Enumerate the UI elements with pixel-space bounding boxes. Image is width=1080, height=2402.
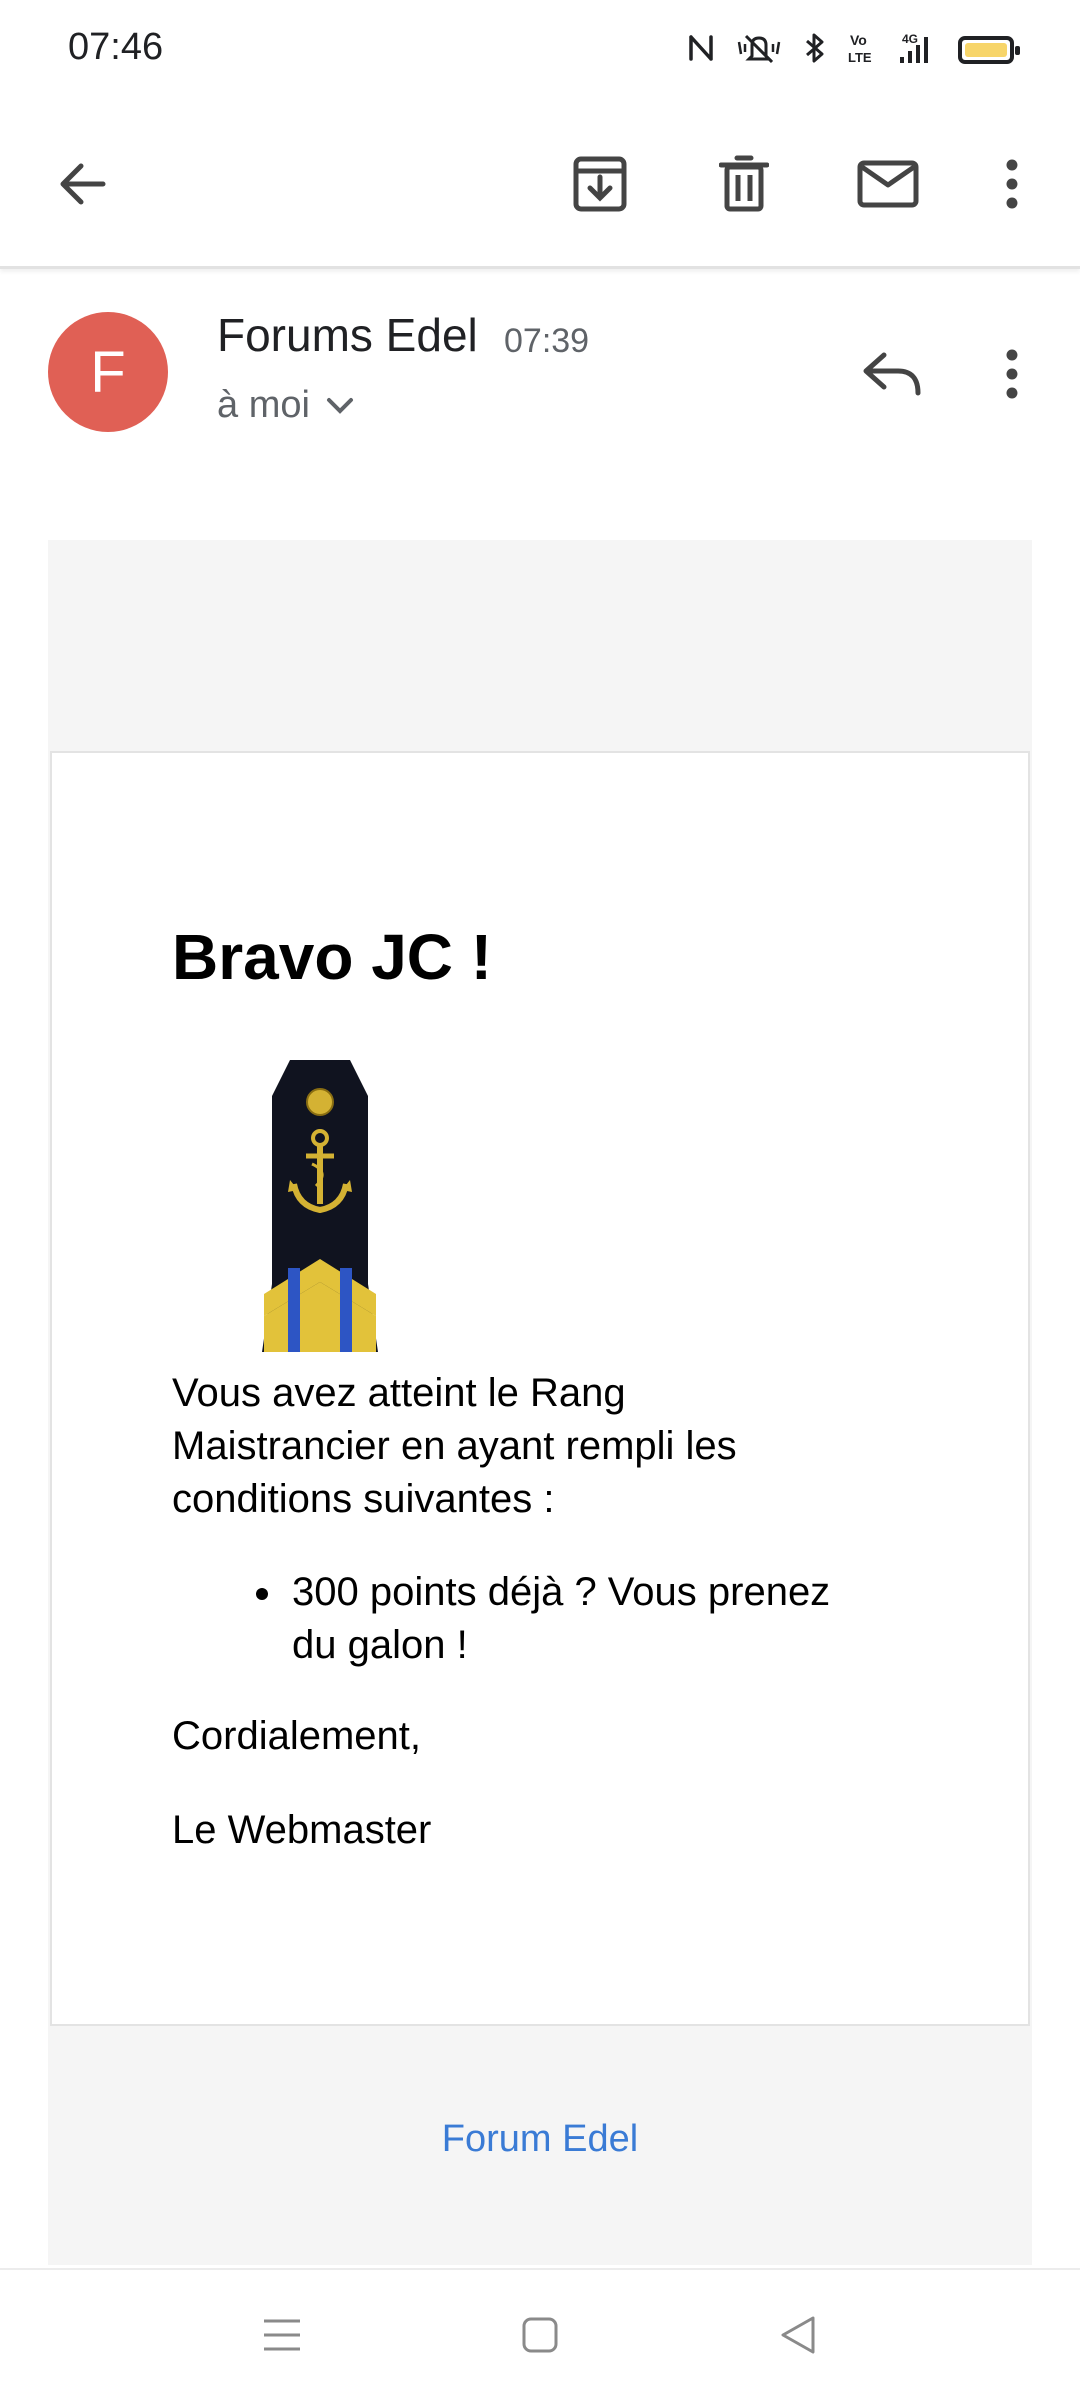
home-button[interactable] (500, 2300, 580, 2370)
nfc-icon (688, 33, 714, 68)
menu-icon (264, 2319, 300, 2351)
status-bar: 07:46 Vo LTE 4G (0, 0, 1080, 100)
more-options-button[interactable] (982, 144, 1042, 224)
delete-icon (719, 155, 769, 212)
svg-text:LTE: LTE (848, 50, 872, 65)
message-more-button[interactable] (982, 334, 1042, 414)
email-body-text: Vous avez atteint le Rang Maistrancier e… (172, 1367, 932, 1526)
body-line: Maistrancier en ayant rempli les (172, 1424, 737, 1468)
forum-link[interactable]: Forum Edel (48, 2118, 1032, 2161)
reply-icon (863, 352, 921, 396)
list-item-line: 300 points déjà ? Vous prenez (292, 1570, 831, 1614)
volte-icon: Vo LTE (848, 31, 874, 70)
email-time: 07:39 (504, 322, 590, 360)
list-item-line: du galon ! (292, 1623, 468, 1667)
chevron-down-icon (326, 397, 353, 414)
email-heading: Bravo JC ! (172, 921, 493, 993)
status-icons: Vo LTE 4G (688, 30, 1020, 70)
status-time: 07:46 (68, 26, 164, 68)
list-item: 300 points déjà ? Vous prenez du galon ! (292, 1566, 952, 1672)
mark-unread-button[interactable] (846, 144, 930, 224)
archive-button[interactable] (560, 144, 640, 224)
reply-button[interactable] (852, 334, 932, 414)
archive-icon (573, 156, 627, 212)
recents-button[interactable] (242, 2300, 322, 2370)
recipient-details[interactable]: à moi (217, 384, 354, 427)
svg-text:Vo: Vo (850, 32, 867, 48)
anchor-icon (262, 1060, 378, 1352)
app-bar (0, 100, 1080, 269)
sender-name: Forums Edel (217, 309, 478, 361)
bluetooth-icon (804, 32, 826, 69)
svg-text:4G: 4G (902, 32, 918, 46)
email-signature: Le Webmaster (172, 1808, 432, 1852)
bullet-icon (256, 1588, 268, 1600)
back-triangle-icon (781, 2316, 815, 2354)
email-closing: Cordialement, (172, 1714, 422, 1758)
forum-link-label[interactable]: Forum Edel (442, 2118, 638, 2160)
home-square-icon (522, 2317, 558, 2353)
back-arrow-icon (60, 163, 106, 205)
rank-insignia-image (250, 1054, 390, 1354)
delete-button[interactable] (704, 144, 784, 224)
body-line: conditions suivantes : (172, 1477, 555, 1521)
nav-back-button[interactable] (758, 2300, 838, 2370)
more-vert-icon (1006, 159, 1018, 209)
sender-avatar[interactable]: F (48, 312, 168, 432)
battery-icon (958, 36, 1020, 64)
mute-icon (736, 32, 782, 69)
more-vert-icon (1006, 349, 1018, 399)
system-nav-bar (0, 2268, 1080, 2402)
back-button[interactable] (42, 144, 122, 224)
recipient-label: à moi (217, 384, 310, 426)
mail-icon (857, 160, 919, 208)
body-line: Vous avez atteint le Rang (172, 1371, 626, 1415)
signal-4g-icon: 4G (896, 31, 936, 70)
